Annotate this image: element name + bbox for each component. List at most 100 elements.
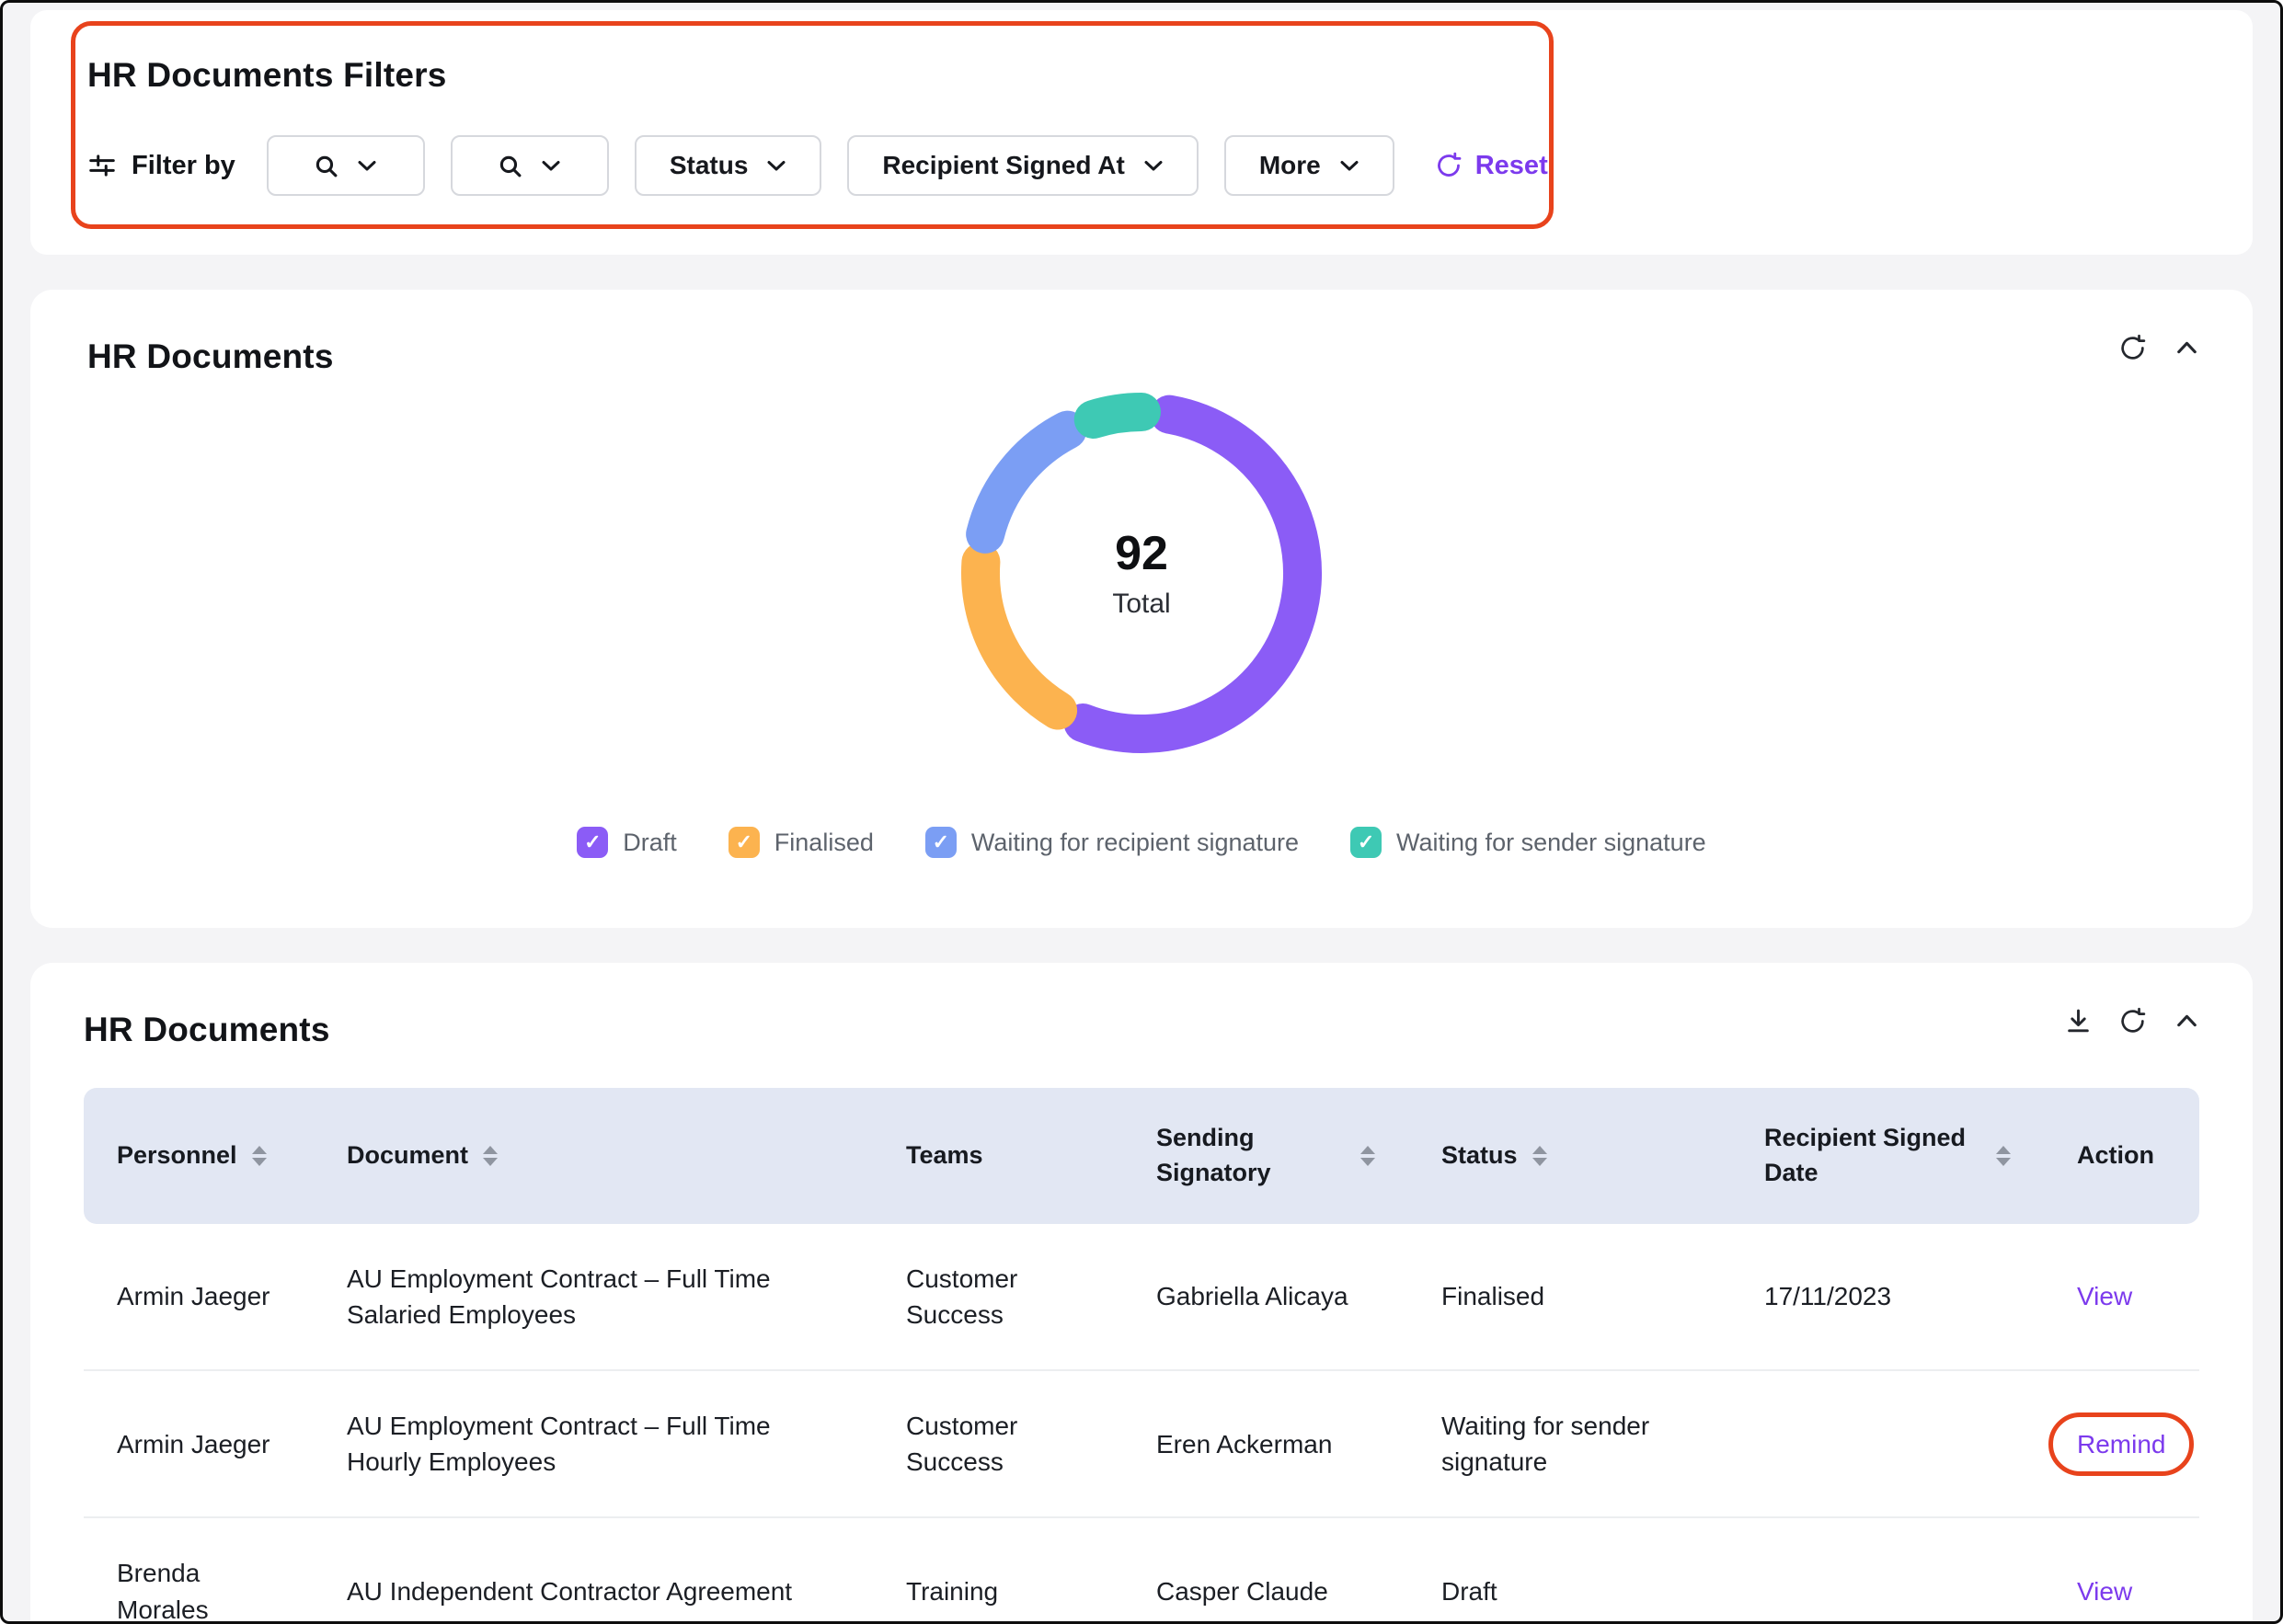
column-header-document[interactable]: Document	[314, 1088, 873, 1224]
sort-icon[interactable]	[483, 1146, 498, 1166]
cell-document: AU Employment Contract – Full Time Hourl…	[314, 1370, 873, 1517]
column-label: Document	[347, 1138, 468, 1173]
column-header-sending-signatory[interactable]: Sending Signatory	[1123, 1088, 1408, 1224]
checkbox-checked-icon	[925, 827, 957, 858]
column-label: Action	[2077, 1138, 2154, 1173]
cell-recipient-signed-date	[1731, 1370, 2044, 1517]
cell-sending-signatory: Casper Claude	[1123, 1517, 1408, 1624]
cell-sending-signatory: Gabriella Alicaya	[1123, 1224, 1408, 1370]
remind-link[interactable]: Remind	[2077, 1430, 2165, 1458]
table-row: Brenda Morales AU Independent Contractor…	[84, 1517, 2199, 1624]
chevron-down-icon	[766, 159, 786, 172]
filter-by-label: Filter by	[132, 151, 235, 181]
chart-card-title: HR Documents	[87, 337, 2196, 376]
table-row: Armin Jaeger AU Employment Contract – Fu…	[84, 1370, 2199, 1517]
column-header-recipient-signed-date[interactable]: Recipient Signed Date	[1731, 1088, 2044, 1224]
cell-action: Remind	[2044, 1370, 2199, 1517]
column-label: Sending Signatory	[1156, 1121, 1346, 1191]
refresh-button[interactable]	[2118, 334, 2147, 362]
collapse-chevron-up-icon[interactable]	[2173, 1007, 2201, 1035]
chart-card-toolbar	[2118, 334, 2201, 362]
donut-total-value: 92	[1115, 526, 1168, 581]
cell-personnel: Armin Jaeger	[84, 1224, 314, 1370]
cell-personnel: Armin Jaeger	[84, 1370, 314, 1517]
status-dropdown-label: Status	[670, 151, 749, 180]
search-icon	[314, 154, 338, 178]
cell-personnel: Brenda Morales	[84, 1517, 314, 1624]
checkbox-checked-icon	[577, 827, 608, 858]
recipient-signed-at-filter-dropdown[interactable]: Recipient Signed At	[847, 135, 1198, 196]
cell-teams: Customer Success	[873, 1370, 1123, 1517]
chart-card: HR Documents 92 Total	[30, 290, 2253, 928]
column-header-personnel[interactable]: Personnel	[84, 1088, 314, 1224]
cell-status: Waiting for sender signature	[1408, 1370, 1731, 1517]
collapse-chevron-up-icon[interactable]	[2173, 334, 2201, 362]
cell-document: AU Independent Contractor Agreement	[314, 1517, 873, 1624]
view-link[interactable]: View	[2077, 1282, 2132, 1310]
column-label: Recipient Signed Date	[1764, 1121, 1981, 1191]
donut-chart-area: 92 Total Draft Finalised Waiting for rec…	[87, 380, 2196, 858]
more-filter-dropdown[interactable]: More	[1224, 135, 1394, 196]
sort-icon[interactable]	[252, 1146, 267, 1166]
filters-card-title: HR Documents Filters	[87, 56, 2196, 95]
column-label: Teams	[906, 1138, 983, 1173]
cell-action: View	[2044, 1224, 2199, 1370]
refresh-button[interactable]	[2118, 1007, 2147, 1035]
download-icon[interactable]	[2064, 1007, 2093, 1035]
dashboard-page: HR Documents Filters Filter by	[0, 0, 2283, 1624]
chart-legend: Draft Finalised Waiting for recipient si…	[577, 827, 1705, 858]
cell-teams: Customer Success	[873, 1224, 1123, 1370]
cell-recipient-signed-date: 17/11/2023	[1731, 1224, 2044, 1370]
search-icon	[498, 154, 522, 178]
sort-icon[interactable]	[1532, 1146, 1547, 1166]
reset-icon	[1435, 152, 1463, 179]
sort-icon[interactable]	[1996, 1146, 2011, 1166]
cell-status: Finalised	[1408, 1224, 1731, 1370]
status-filter-dropdown[interactable]: Status	[635, 135, 822, 196]
filter-by: Filter by	[87, 151, 235, 181]
search-filter-dropdown-2[interactable]	[451, 135, 609, 196]
chevron-down-icon	[357, 159, 377, 172]
filters-card: HR Documents Filters Filter by	[30, 10, 2253, 255]
column-header-action: Action	[2044, 1088, 2199, 1224]
donut-chart: 92 Total	[948, 380, 1335, 766]
cell-status: Draft	[1408, 1517, 1731, 1624]
legend-item-waiting-recipient[interactable]: Waiting for recipient signature	[925, 827, 1299, 858]
chevron-down-icon	[541, 159, 561, 172]
chevron-down-icon	[1339, 159, 1359, 172]
reset-label: Reset	[1475, 151, 1548, 181]
hr-documents-table: Personnel Document Teams Sending Signato…	[84, 1088, 2199, 1624]
checkbox-checked-icon	[1350, 827, 1382, 858]
table-row: Armin Jaeger AU Employment Contract – Fu…	[84, 1224, 2199, 1370]
sort-icon[interactable]	[1360, 1146, 1375, 1166]
cell-recipient-signed-date	[1731, 1517, 2044, 1624]
search-filter-dropdown-1[interactable]	[267, 135, 425, 196]
cell-action: View	[2044, 1517, 2199, 1624]
checkbox-checked-icon	[728, 827, 760, 858]
column-label: Status	[1441, 1138, 1518, 1173]
legend-item-waiting-sender[interactable]: Waiting for sender signature	[1350, 827, 1706, 858]
legend-label: Finalised	[774, 829, 874, 857]
donut-center: 92 Total	[948, 380, 1335, 766]
reset-button[interactable]: Reset	[1435, 151, 1548, 181]
table-card-toolbar	[2064, 1007, 2201, 1035]
filter-row: Filter by	[87, 135, 2196, 196]
cell-document: AU Employment Contract – Full Time Salar…	[314, 1224, 873, 1370]
column-header-status[interactable]: Status	[1408, 1088, 1731, 1224]
column-header-teams: Teams	[873, 1088, 1123, 1224]
legend-label: Draft	[623, 829, 677, 857]
legend-item-draft[interactable]: Draft	[577, 827, 677, 858]
view-link[interactable]: View	[2077, 1577, 2132, 1606]
legend-item-finalised[interactable]: Finalised	[728, 827, 874, 858]
legend-label: Waiting for recipient signature	[971, 829, 1299, 857]
column-label: Personnel	[117, 1138, 237, 1173]
remind-annotation-oval: Remind	[2048, 1412, 2194, 1476]
recipient-signed-at-dropdown-label: Recipient Signed At	[882, 151, 1124, 180]
table-header-row: Personnel Document Teams Sending Signato…	[84, 1088, 2199, 1224]
sliders-filter-icon	[87, 151, 117, 180]
table-card-title: HR Documents	[84, 1011, 2199, 1049]
cell-sending-signatory: Eren Ackerman	[1123, 1370, 1408, 1517]
table-card: HR Documents	[30, 963, 2253, 1624]
legend-label: Waiting for sender signature	[1396, 829, 1706, 857]
more-dropdown-label: More	[1259, 151, 1321, 180]
